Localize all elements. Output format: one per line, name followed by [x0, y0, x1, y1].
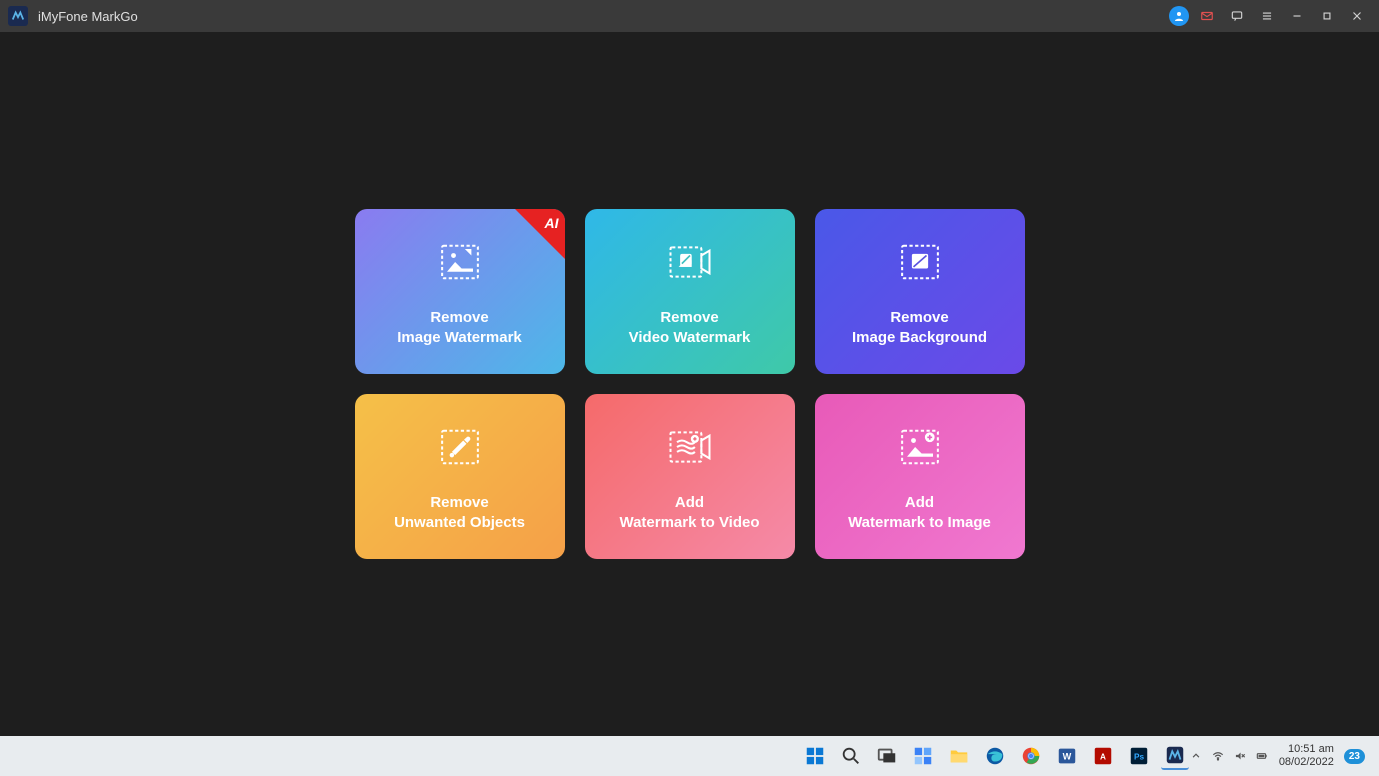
remove-image-watermark-card[interactable]: AI Remove Image Watermark: [355, 209, 565, 374]
add-video-watermark-icon: [664, 421, 716, 473]
taskbar-apps: W A Ps: [801, 742, 1189, 770]
account-button[interactable]: [1169, 6, 1189, 26]
chevron-up-icon[interactable]: [1189, 749, 1203, 763]
add-watermark-video-card[interactable]: Add Watermark to Video: [585, 394, 795, 559]
app-title: iMyFone MarkGo: [38, 9, 138, 24]
card-label-line1: Add: [675, 493, 704, 513]
search-button[interactable]: [837, 742, 865, 770]
card-label-line1: Remove: [430, 493, 488, 513]
wifi-icon[interactable]: [1211, 749, 1225, 763]
app-logo-icon: [8, 6, 28, 26]
taskbar: W A Ps 10:51 am 08/02/2022 23: [0, 736, 1379, 776]
card-label-line2: Unwanted Objects: [394, 513, 525, 533]
ai-badge-text: AI: [545, 215, 559, 231]
widgets-button[interactable]: [909, 742, 937, 770]
card-label-line1: Remove: [890, 308, 948, 328]
svg-text:Ps: Ps: [1134, 753, 1145, 762]
clock-time: 10:51 am: [1279, 743, 1334, 756]
card-label-line1: Add: [905, 493, 934, 513]
image-background-remove-icon: [894, 236, 946, 288]
card-grid: AI Remove Image Watermark: [355, 209, 1025, 559]
card-label-line2: Image Watermark: [397, 328, 522, 348]
notification-badge[interactable]: 23: [1344, 749, 1365, 764]
file-explorer-button[interactable]: [945, 742, 973, 770]
mail-button[interactable]: [1195, 4, 1219, 28]
markgo-taskbar-button[interactable]: [1161, 742, 1189, 770]
clock-date: 08/02/2022: [1279, 756, 1334, 769]
add-watermark-image-card[interactable]: Add Watermark to Image: [815, 394, 1025, 559]
add-image-watermark-icon: [894, 421, 946, 473]
image-watermark-remove-icon: [434, 236, 486, 288]
remove-video-watermark-card[interactable]: Remove Video Watermark: [585, 209, 795, 374]
edge-button[interactable]: [981, 742, 1009, 770]
start-button[interactable]: [801, 742, 829, 770]
feedback-button[interactable]: [1225, 4, 1249, 28]
svg-text:W: W: [1062, 752, 1071, 762]
card-label-line1: Remove: [660, 308, 718, 328]
close-button[interactable]: [1345, 4, 1369, 28]
video-watermark-remove-icon: [664, 236, 716, 288]
remove-objects-icon: [434, 421, 486, 473]
card-label-line2: Watermark to Image: [848, 513, 991, 533]
acrobat-button[interactable]: A: [1089, 742, 1117, 770]
remove-image-background-card[interactable]: Remove Image Background: [815, 209, 1025, 374]
battery-icon[interactable]: [1255, 749, 1269, 763]
volume-muted-icon[interactable]: [1233, 749, 1247, 763]
titlebar: iMyFone MarkGo: [0, 0, 1379, 32]
menu-button[interactable]: [1255, 4, 1279, 28]
system-tray[interactable]: [1189, 749, 1269, 763]
word-button[interactable]: W: [1053, 742, 1081, 770]
card-label-line1: Remove: [430, 308, 488, 328]
maximize-button[interactable]: [1315, 4, 1339, 28]
card-label-line2: Image Background: [852, 328, 987, 348]
card-label-line2: Video Watermark: [629, 328, 751, 348]
photoshop-button[interactable]: Ps: [1125, 742, 1153, 770]
task-view-button[interactable]: [873, 742, 901, 770]
clock[interactable]: 10:51 am 08/02/2022: [1279, 743, 1334, 769]
remove-unwanted-objects-card[interactable]: Remove Unwanted Objects: [355, 394, 565, 559]
main-area: AI Remove Image Watermark: [0, 32, 1379, 736]
card-label-line2: Watermark to Video: [619, 513, 759, 533]
minimize-button[interactable]: [1285, 4, 1309, 28]
svg-text:A: A: [1100, 753, 1106, 762]
chrome-button[interactable]: [1017, 742, 1045, 770]
